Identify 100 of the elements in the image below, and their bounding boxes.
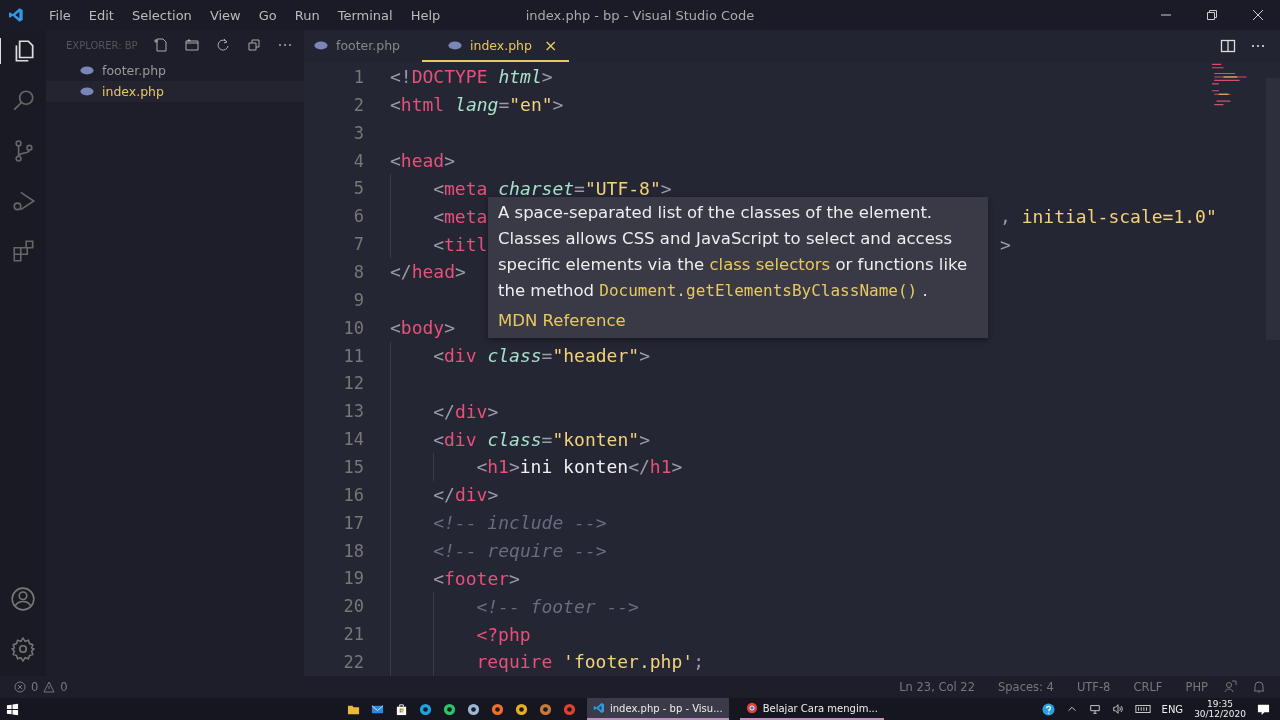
error-count[interactable]: 0 <box>31 680 39 694</box>
line-number: 11 <box>342 345 364 366</box>
line-number: 17 <box>342 512 364 533</box>
bell-icon[interactable] <box>1252 680 1266 694</box>
editor-icon <box>593 702 605 714</box>
shopping-bag-icon[interactable] <box>395 702 408 716</box>
warning-count[interactable]: 0 <box>60 680 68 694</box>
split-editor-icon[interactable] <box>1220 38 1236 54</box>
line-number: 16 <box>342 484 364 505</box>
menu-item[interactable]: Selection <box>122 7 201 23</box>
menu-item[interactable]: Terminal <box>328 7 402 23</box>
line-number: 21 <box>342 624 364 645</box>
code-line: <html lang="en"> <box>390 94 564 116</box>
app-icon[interactable] <box>443 702 456 716</box>
new-file-icon[interactable] <box>152 37 169 53</box>
app-icon[interactable] <box>515 702 528 716</box>
code-line: <meta <box>433 205 488 227</box>
php-file-icon <box>314 40 328 50</box>
menu-item[interactable]: Run <box>285 7 329 23</box>
app-icon[interactable] <box>563 702 576 716</box>
code-line: require 'footer.php'; <box>476 651 704 673</box>
taskbar-window[interactable]: Belajar Cara mengim... <box>739 698 884 720</box>
menu-item[interactable]: Go <box>249 7 286 23</box>
line-number: 15 <box>342 456 364 477</box>
line-number: 9 <box>352 289 364 310</box>
taskbar-window[interactable]: index.php - bp - Visu... <box>587 698 729 720</box>
editor-tab[interactable]: footer.php <box>304 30 422 62</box>
status-item[interactable]: Spaces: 4 <box>998 680 1054 694</box>
warning-icon[interactable] <box>43 681 56 693</box>
volume-icon[interactable] <box>1111 703 1124 715</box>
code-line: , initial-scale=1.0" <box>1000 205 1217 227</box>
mail-icon[interactable] <box>371 702 384 716</box>
app-logo-icon <box>8 7 24 23</box>
code-line: <titl <box>433 233 488 255</box>
clock-date[interactable]: 30/12/2020 <box>1194 709 1246 719</box>
menu-item[interactable]: Help <box>401 7 450 23</box>
window-title: index.php - bp - Visual Studio Code <box>525 7 755 23</box>
collapse-icon[interactable] <box>245 37 262 53</box>
code-line: <?php <box>476 623 531 645</box>
tooltip-description: A space-separated list of the classes of the element. Classes allows CSS and JavaScript to select and access specific elements via the class selectors or functions like the method Document.getElementsByClassName() . <box>498 202 969 302</box>
new-folder-icon[interactable] <box>183 37 200 53</box>
editor-tab[interactable]: index.php × <box>422 30 570 62</box>
line-number: 22 <box>342 651 364 672</box>
browser-icon <box>745 702 758 714</box>
app-icon[interactable] <box>539 702 552 716</box>
code-line: <!DOCTYPE html> <box>390 66 553 88</box>
line-number: 10 <box>342 317 364 338</box>
menu-item[interactable]: View <box>200 7 250 23</box>
close-tab-button[interactable]: × <box>539 35 562 55</box>
start-icon[interactable] <box>6 702 19 716</box>
feedback-icon[interactable] <box>1223 680 1237 694</box>
settings-icon[interactable] <box>10 636 36 662</box>
code-line: <!-- require --> <box>433 540 607 562</box>
code-line: <!-- include --> <box>433 512 607 534</box>
code-line: </div> <box>433 484 499 506</box>
status-item[interactable]: UTF-8 <box>1076 680 1111 694</box>
php-file-icon <box>448 40 462 50</box>
code-line: <!-- footer --> <box>476 595 639 617</box>
keyboard-icon[interactable] <box>1134 703 1151 715</box>
explorer-title: EXPLORER: BP <box>66 39 138 51</box>
help-icon[interactable] <box>1041 702 1055 716</box>
reference-link[interactable]: MDN Reference <box>498 310 626 332</box>
line-number: 3 <box>352 122 364 143</box>
status-item[interactable]: Ln 23, Col 22 <box>899 680 975 694</box>
code-line: <body> <box>390 317 456 339</box>
menu-item[interactable]: Edit <box>79 7 123 23</box>
line-number: 12 <box>342 373 364 394</box>
code-line: </head> <box>390 261 466 283</box>
status-item[interactable]: CRLF <box>1133 680 1163 694</box>
account-icon[interactable] <box>10 586 36 612</box>
language-indicator[interactable]: ENG <box>1161 703 1184 715</box>
app-icon[interactable] <box>467 702 480 716</box>
explorer-entry[interactable]: index.php <box>46 81 304 102</box>
app-icon[interactable] <box>491 702 504 716</box>
line-number: 2 <box>352 94 364 115</box>
code-line: <div class="header"> <box>433 345 650 366</box>
line-number: 6 <box>352 206 364 227</box>
code-line: > <box>1000 233 1011 255</box>
php-file-icon <box>80 66 94 75</box>
link[interactable]: class selectors <box>709 255 831 274</box>
app-icon[interactable] <box>419 702 432 716</box>
line-number: 14 <box>342 429 364 450</box>
close-icon[interactable] <box>1252 9 1264 21</box>
line-number: 1 <box>352 66 364 87</box>
line-number: 18 <box>342 540 364 561</box>
code-line: <h1>ini konten</h1> <box>476 456 683 478</box>
clock-time[interactable]: 19:35 <box>1207 699 1234 709</box>
line-number: 5 <box>352 178 364 199</box>
code-line: </div> <box>433 400 499 422</box>
notification-icon[interactable] <box>1257 702 1270 716</box>
network-icon[interactable] <box>1088 703 1101 715</box>
menu-item[interactable]: File <box>40 7 80 23</box>
line-number: 4 <box>352 150 364 171</box>
error-icon[interactable] <box>14 681 26 693</box>
code-line: <footer> <box>433 567 520 589</box>
restore-icon[interactable] <box>1206 9 1218 21</box>
line-number: 13 <box>342 401 364 422</box>
explorer-entry[interactable]: footer.php <box>46 60 304 81</box>
status-item[interactable]: PHP <box>1185 680 1208 694</box>
code-snippet: Document.getElementsByClassName() <box>599 281 918 300</box>
